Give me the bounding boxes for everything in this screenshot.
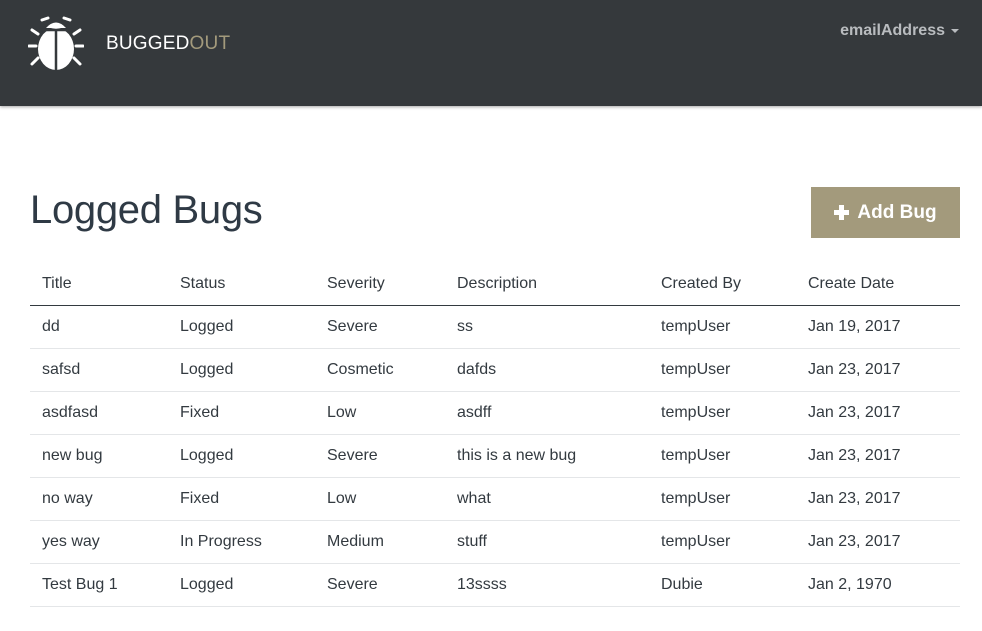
cell-created-by: tempUser — [649, 391, 796, 435]
cell-title: new bug — [30, 434, 168, 478]
brand-link[interactable]: BUGGEDOUT — [28, 14, 230, 72]
table-row[interactable]: dd Logged Severe ss tempUser Jan 19, 201… — [30, 305, 960, 349]
bug-icon — [28, 14, 84, 72]
column-header-status: Status — [168, 262, 315, 306]
plus-icon — [834, 205, 850, 220]
cell-created-by: tempUser — [649, 520, 796, 564]
brand-name-part1: BUGGED — [106, 32, 190, 54]
cell-description: dafds — [445, 348, 649, 392]
cell-status: Fixed — [168, 477, 315, 521]
cell-description: 13ssss — [445, 563, 649, 607]
chevron-down-icon — [951, 29, 959, 33]
cell-description: this is a new bug — [445, 434, 649, 478]
column-header-description: Description — [445, 262, 649, 306]
cell-severity: Low — [315, 391, 445, 435]
table-row[interactable]: yes way In Progress Medium stuff tempUse… — [30, 520, 960, 564]
cell-created-by: tempUser — [649, 477, 796, 521]
cell-description: what — [445, 477, 649, 521]
column-header-created-by: Created By — [649, 262, 796, 306]
cell-status: Logged — [168, 563, 315, 607]
cell-create-date: Jan 23, 2017 — [796, 520, 960, 564]
cell-create-date: Jan 23, 2017 — [796, 477, 960, 521]
table-header: Title Status Severity Description Create… — [30, 262, 960, 306]
cell-created-by: tempUser — [649, 305, 796, 349]
cell-title: no way — [30, 477, 168, 521]
cell-description: stuff — [445, 520, 649, 564]
table-row[interactable]: asdfasd Fixed Low asdff tempUser Jan 23,… — [30, 391, 960, 435]
cell-status: In Progress — [168, 520, 315, 564]
cell-title: dd — [30, 305, 168, 349]
table-row[interactable]: new bug Logged Severe this is a new bug … — [30, 434, 960, 478]
cell-severity: Severe — [315, 434, 445, 478]
brand-name: BUGGEDOUT — [106, 34, 230, 53]
add-bug-button-label: Add Bug — [857, 201, 937, 223]
cell-status: Logged — [168, 305, 315, 349]
cell-severity: Medium — [315, 520, 445, 564]
cell-severity: Cosmetic — [315, 348, 445, 392]
navbar: BUGGEDOUT emailAddress — [0, 0, 982, 106]
table-row[interactable]: Test Bug 1 Logged Severe 13ssss Dubie Ja… — [30, 563, 960, 607]
table-row[interactable]: safsd Logged Cosmetic dafds tempUser Jan… — [30, 348, 960, 392]
cell-description: ss — [445, 305, 649, 349]
user-menu-label: emailAddress — [840, 22, 945, 39]
cell-title: safsd — [30, 348, 168, 392]
column-header-create-date: Create Date — [796, 262, 960, 306]
cell-created-by: Dubie — [649, 563, 796, 607]
cell-severity: Low — [315, 477, 445, 521]
cell-severity: Severe — [315, 563, 445, 607]
column-header-severity: Severity — [315, 262, 445, 306]
cell-severity: Severe — [315, 305, 445, 349]
cell-title: Test Bug 1 — [30, 563, 168, 607]
cell-title: yes way — [30, 520, 168, 564]
table-body: dd Logged Severe ss tempUser Jan 19, 201… — [30, 305, 960, 607]
brand-name-part2: OUT — [189, 32, 231, 54]
cell-status: Fixed — [168, 391, 315, 435]
cell-created-by: tempUser — [649, 434, 796, 478]
cell-create-date: Jan 2, 1970 — [796, 563, 960, 607]
bugs-table: Title Status Severity Description Create… — [30, 262, 960, 607]
cell-status: Logged — [168, 348, 315, 392]
cell-create-date: Jan 19, 2017 — [796, 305, 960, 349]
add-bug-button[interactable]: Add Bug — [811, 187, 960, 238]
cell-create-date: Jan 23, 2017 — [796, 391, 960, 435]
column-header-title: Title — [30, 262, 168, 306]
cell-create-date: Jan 23, 2017 — [796, 348, 960, 392]
cell-created-by: tempUser — [649, 348, 796, 392]
cell-title: asdfasd — [30, 391, 168, 435]
cell-description: asdff — [445, 391, 649, 435]
table-header-row: Title Status Severity Description Create… — [30, 262, 960, 306]
cell-create-date: Jan 23, 2017 — [796, 434, 960, 478]
page-title: Logged Bugs — [30, 188, 263, 232]
cell-status: Logged — [168, 434, 315, 478]
table-row[interactable]: no way Fixed Low what tempUser Jan 23, 2… — [30, 477, 960, 521]
user-menu-dropdown[interactable]: emailAddress — [840, 22, 959, 40]
